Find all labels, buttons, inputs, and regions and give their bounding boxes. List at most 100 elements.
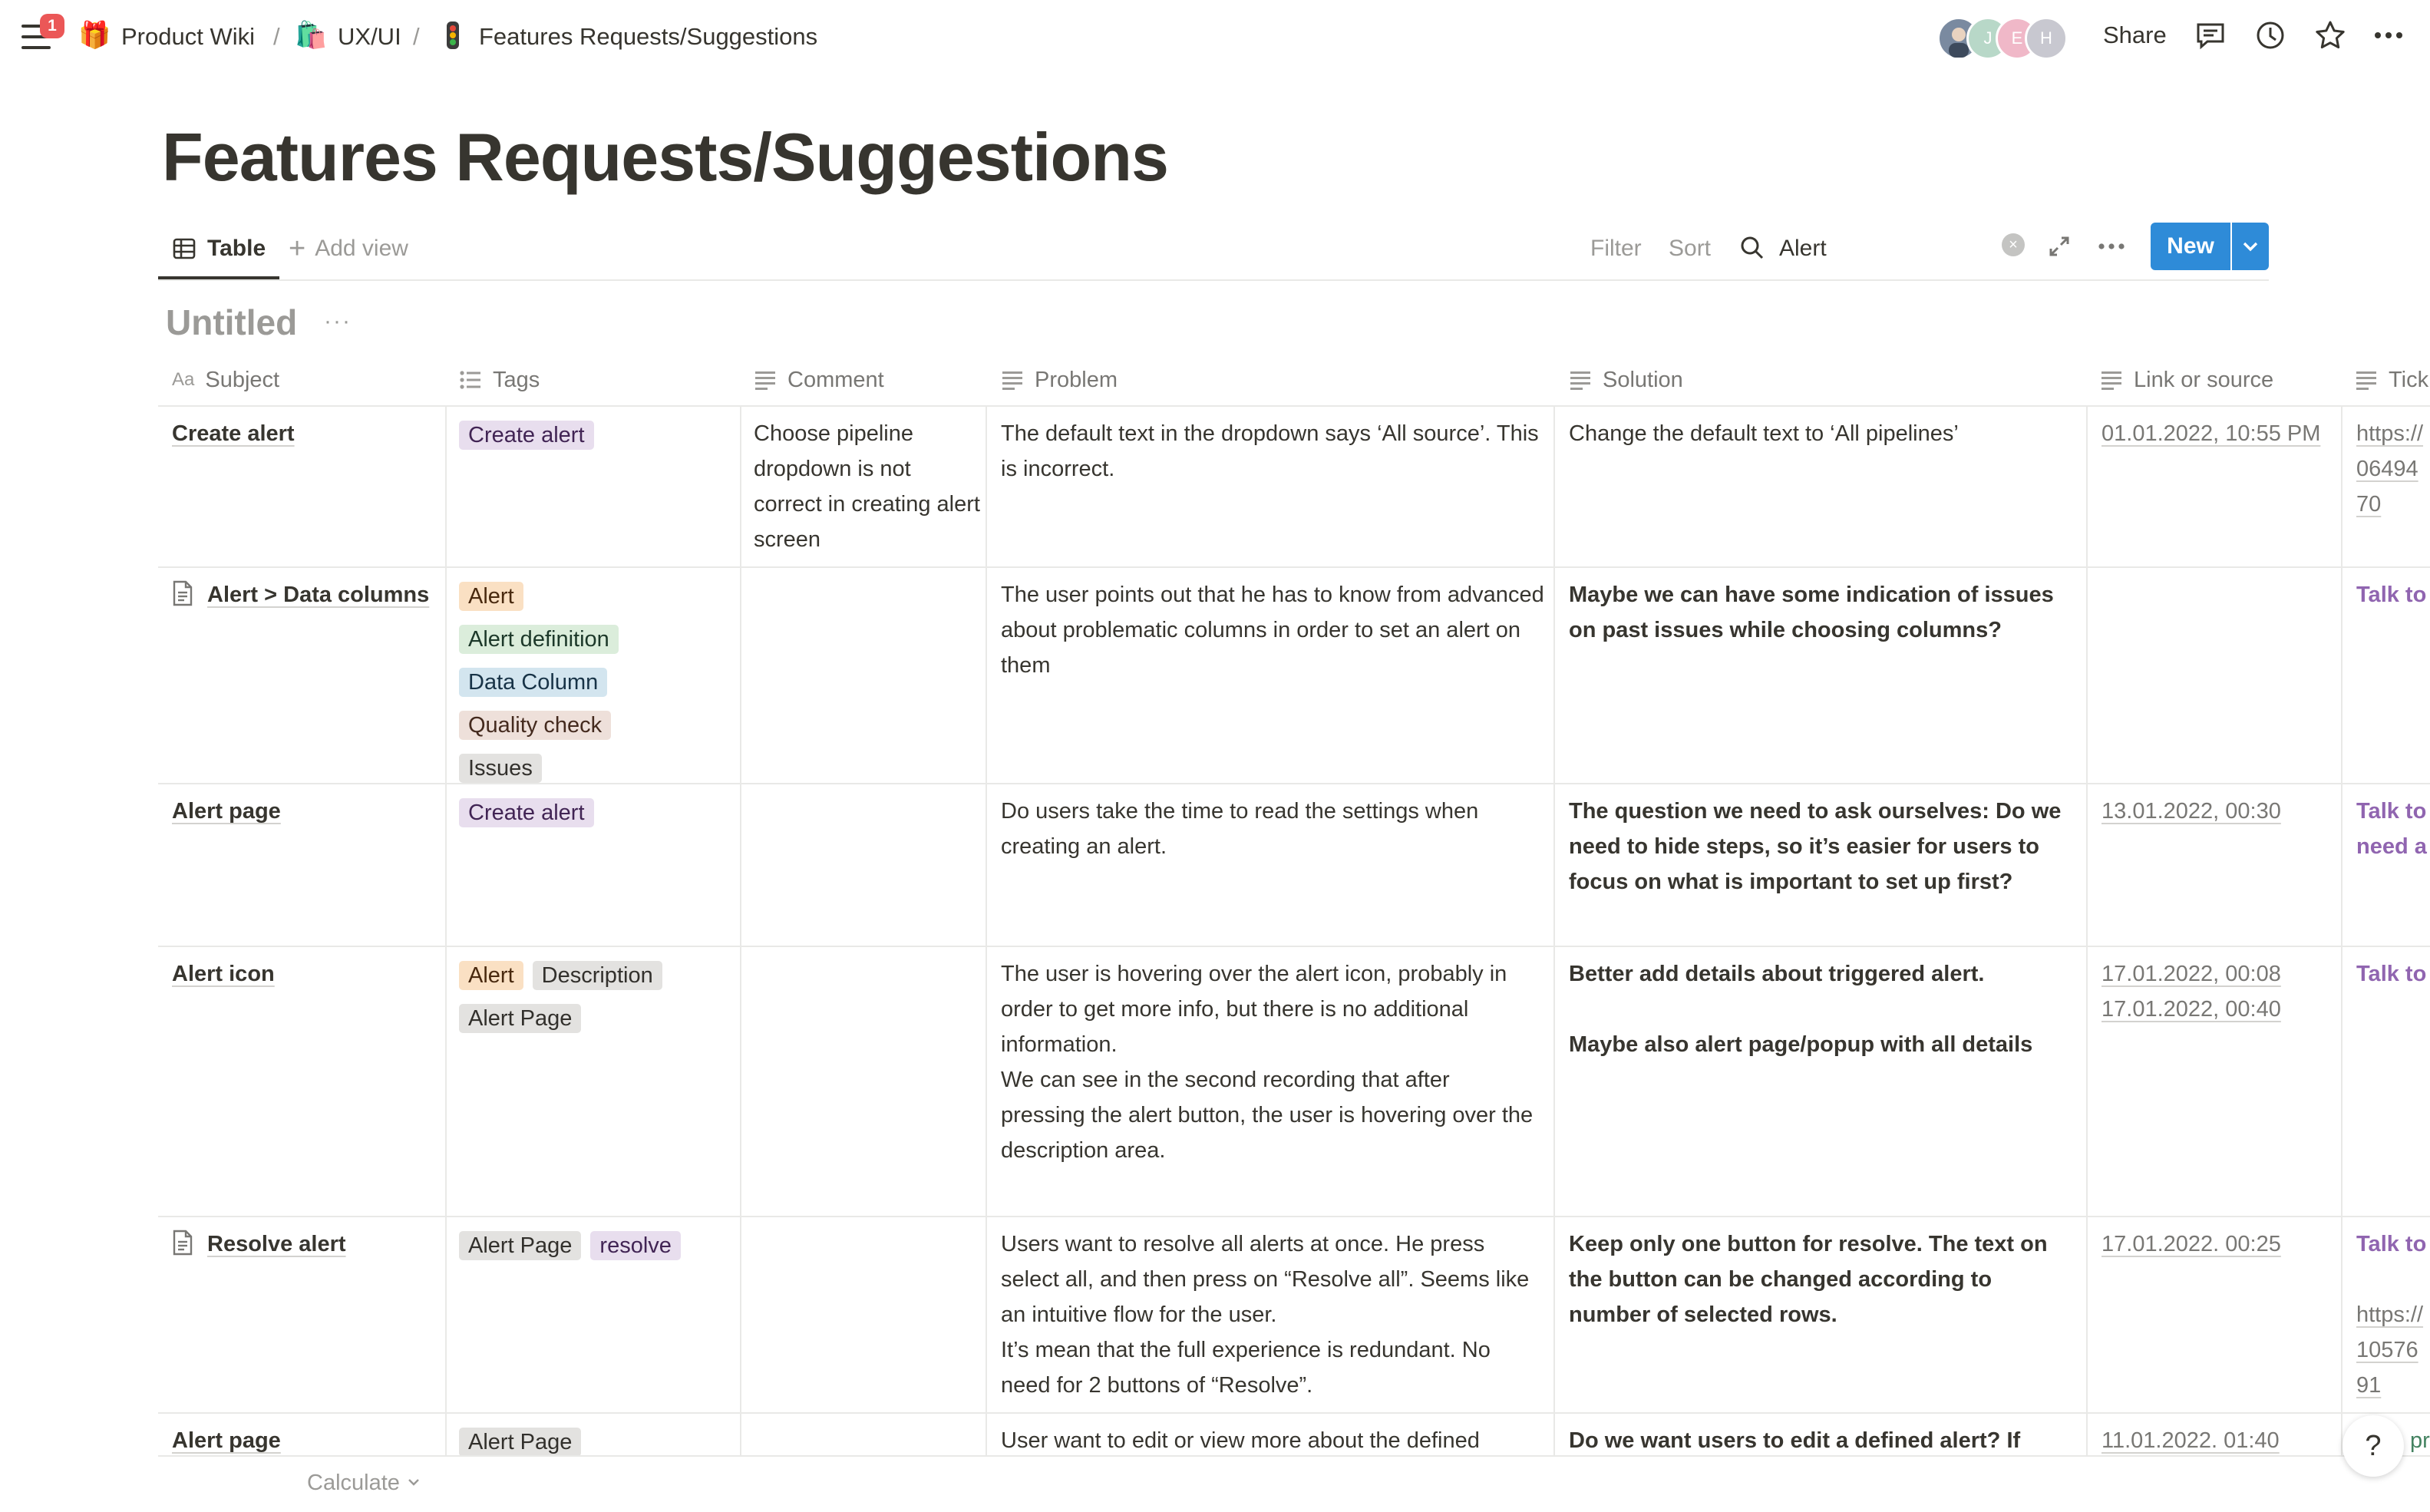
row-ticket-link[interactable]: https://10576 91: [2356, 1297, 2430, 1403]
row-ticket-talk[interactable]: Talk to: [2356, 1226, 2430, 1262]
breadcrumb-product-wiki[interactable]: Product Wiki: [121, 21, 255, 52]
column-header-comment[interactable]: Comment: [754, 361, 884, 399]
column-header-subject[interactable]: Aa Subject: [172, 361, 279, 399]
avatar[interactable]: H: [2025, 17, 2068, 60]
tag: Issues: [459, 754, 542, 783]
row-subject[interactable]: Resolve alert: [172, 1226, 441, 1262]
breadcrumb-separator: /: [413, 23, 420, 50]
row-solution[interactable]: Maybe we can have some indication of iss…: [1569, 577, 2083, 648]
help-button[interactable]: ?: [2343, 1415, 2404, 1477]
tag: Description: [532, 961, 662, 990]
tag: Create alert: [459, 798, 594, 827]
row-tags[interactable]: Alert Description Alert Page: [459, 958, 743, 1044]
shopping-bags-icon: 🛍️: [295, 21, 328, 50]
row-subject[interactable]: Create alert: [172, 416, 441, 451]
text-property-icon: [1570, 371, 1590, 390]
row-problem[interactable]: Do users take the time to read the setti…: [1001, 794, 1553, 864]
row-tags[interactable]: Alert Page: [459, 1425, 743, 1455]
view-options-icon[interactable]: [2095, 230, 2128, 266]
row-ticket[interactable]: https://06494 70: [2356, 416, 2430, 522]
table-row[interactable]: Alert page Alert Page User want to edit …: [158, 1414, 2430, 1455]
calculate-button[interactable]: Calculate: [307, 1467, 421, 1498]
table-row[interactable]: Create alert Create alert Choose pipelin…: [158, 407, 2430, 566]
share-button[interactable]: Share: [2103, 20, 2167, 51]
search-input[interactable]: Alert: [1779, 230, 1827, 267]
tag: Alert Page: [459, 1004, 582, 1033]
row-problem[interactable]: The default text in the dropdown says ‘A…: [1001, 416, 1553, 487]
row-problem[interactable]: Users want to resolve all alerts at once…: [1001, 1226, 1538, 1403]
multi-select-icon: [460, 371, 480, 389]
tag: Alert definition: [459, 625, 619, 654]
row-tags[interactable]: Alert Page resolve: [459, 1228, 743, 1271]
column-header-tags[interactable]: Tags: [459, 361, 540, 399]
search-icon[interactable]: [1739, 235, 1765, 265]
tag: Alert Page: [459, 1428, 582, 1455]
group-title[interactable]: Untitled: [166, 299, 297, 345]
table-row[interactable]: Alert page Create alert Do users take th…: [158, 784, 2430, 946]
filter-button[interactable]: Filter: [1590, 230, 1642, 267]
history-clock-icon[interactable]: [2253, 18, 2287, 52]
row-ticket[interactable]: pr: [2410, 1423, 2430, 1455]
table-icon: [173, 238, 196, 259]
row-ticket[interactable]: Talk to need a: [2356, 794, 2430, 864]
column-header-link-or-source[interactable]: Link or source: [2100, 361, 2273, 399]
table-row[interactable]: Alert > Data columns Alert Alert definit…: [158, 568, 2430, 783]
row-comment[interactable]: Choose pipeline dropdown is not correct …: [754, 416, 984, 557]
divider: [158, 279, 2269, 281]
row-solution[interactable]: The question we need to ask ourselves: D…: [1569, 794, 2068, 900]
row-solution[interactable]: Keep only one button for resolve. The te…: [1569, 1226, 2075, 1332]
row-ticket[interactable]: Talk to: [2356, 956, 2430, 992]
add-view-label: Add view: [315, 236, 408, 261]
more-options-icon[interactable]: [2372, 18, 2405, 52]
tag: Data Column: [459, 668, 608, 697]
tag: Alert Page: [459, 1231, 582, 1260]
row-tags[interactable]: Create alert: [459, 418, 743, 461]
sort-button[interactable]: Sort: [1669, 230, 1711, 267]
breadcrumb-ux-ui[interactable]: UX/UI: [338, 21, 401, 52]
row-problem[interactable]: The user is hovering over the alert icon…: [1001, 956, 1538, 1168]
text-property-icon: [1002, 371, 1022, 390]
row-subject[interactable]: Alert icon: [172, 956, 441, 992]
row-tags[interactable]: Alert Alert definition Data Column Quali…: [459, 579, 743, 794]
clear-search-icon[interactable]: ×: [2002, 233, 2025, 256]
row-subject[interactable]: Alert > Data columns: [172, 577, 441, 612]
plus-icon: +: [289, 233, 306, 265]
row-subject[interactable]: Alert page: [172, 794, 441, 829]
column-header-ticket[interactable]: Tick: [2355, 361, 2428, 399]
table-row[interactable]: Resolve alert Alert Page resolve Users wa…: [158, 1217, 2430, 1412]
row-tags[interactable]: Create alert: [459, 795, 743, 838]
row-subject[interactable]: Alert page: [172, 1423, 441, 1455]
row-link[interactable]: 01.01.2022, 10:55 PM: [2101, 416, 2332, 451]
row-link[interactable]: 11.01.2022. 01:40: [2101, 1423, 2332, 1455]
tab-table-view[interactable]: Table: [172, 230, 266, 267]
tag: resolve: [590, 1231, 681, 1260]
tag: Quality check: [459, 711, 612, 740]
row-problem[interactable]: The user points out that he has to know …: [1001, 577, 1553, 683]
expand-icon[interactable]: [2046, 233, 2072, 263]
row-solution[interactable]: Change the default text to ‘All pipeline…: [1569, 416, 2083, 451]
new-dropdown-button[interactable]: [2232, 223, 2269, 270]
column-header-solution[interactable]: Solution: [1569, 361, 1683, 399]
row-link[interactable]: 13.01.2022, 00:30: [2101, 794, 2332, 829]
title-icon: Aa: [172, 369, 195, 390]
favorite-star-icon[interactable]: [2313, 18, 2347, 52]
breadcrumb-current-page[interactable]: Features Requests/Suggestions: [479, 21, 817, 52]
page-title[interactable]: Features Requests/Suggestions: [162, 115, 1169, 200]
column-header-problem[interactable]: Problem: [1001, 361, 1118, 399]
comment-icon[interactable]: [2194, 18, 2227, 52]
text-property-icon: [755, 371, 775, 390]
notification-badge: 1: [40, 14, 64, 38]
row-link[interactable]: 17.01.2022. 00:25: [2101, 1226, 2332, 1262]
new-button[interactable]: New: [2151, 223, 2230, 270]
calculate-label: Calculate: [307, 1471, 400, 1495]
tag: Alert: [459, 961, 523, 990]
traffic-light-icon: [437, 20, 468, 51]
row-link[interactable]: 17.01.2022, 00:08 17.01.2022, 00:40: [2101, 956, 2339, 1027]
row-solution[interactable]: Better add details about triggered alert…: [1569, 956, 2091, 1062]
group-more-icon[interactable]: ···: [324, 309, 352, 335]
table-row[interactable]: Alert icon Alert Description Alert Page T…: [158, 947, 2430, 1216]
row-ticket[interactable]: Talk to: [2356, 577, 2430, 612]
add-view-button[interactable]: + Add view: [289, 230, 408, 267]
row-solution[interactable]: Do we want users to edit a defined alert…: [1569, 1423, 2091, 1455]
row-problem[interactable]: User want to edit or view more about the…: [1001, 1423, 1553, 1455]
